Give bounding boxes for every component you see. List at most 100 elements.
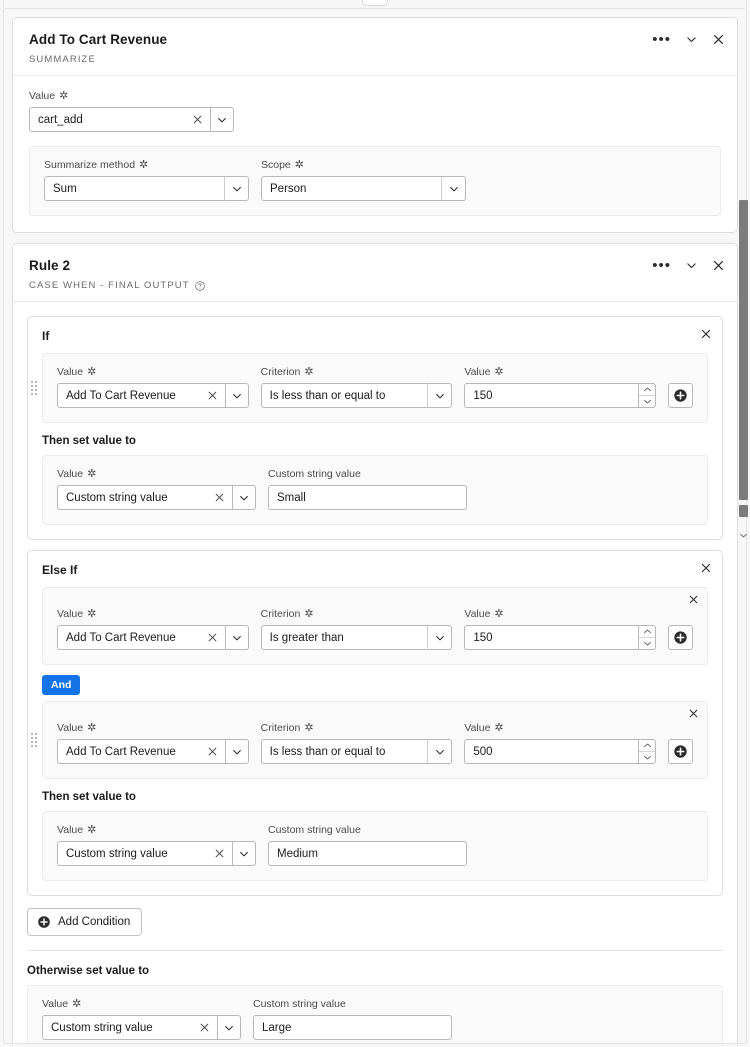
- add-condition-inline-button[interactable]: [668, 739, 694, 764]
- collapse-handle-above[interactable]: [362, 0, 388, 6]
- remove-if-block-icon[interactable]: [700, 327, 712, 345]
- remove-elseif-block-icon[interactable]: [700, 561, 712, 579]
- if-then-value-input[interactable]: Custom string value: [57, 485, 232, 510]
- elseif-c1-threshold-stepper[interactable]: 150: [464, 625, 657, 650]
- rule-card: Rule 2 CASE WHEN - FINAL OUTPUT ••• If V…: [12, 243, 738, 1043]
- stepper-up-icon[interactable]: [639, 740, 656, 752]
- clear-icon[interactable]: [211, 493, 228, 502]
- summarize-scope-value[interactable]: Person: [261, 176, 442, 201]
- elseif-c2-value-input[interactable]: Add To Cart Revenue: [57, 739, 225, 764]
- elseif-c1-value-combobox[interactable]: Add To Cart Revenue: [57, 625, 249, 650]
- stepper-down-icon[interactable]: [639, 396, 655, 407]
- drag-handle-icon[interactable]: [31, 733, 37, 747]
- elseif-c1-criterion-value[interactable]: Is greater than: [260, 625, 429, 650]
- if-condition-value-input[interactable]: Add To Cart Revenue: [57, 383, 225, 408]
- vertical-scrollbar[interactable]: [739, 200, 748, 538]
- stepper-up-icon[interactable]: [639, 626, 656, 638]
- add-condition-button[interactable]: Add Condition: [27, 908, 143, 936]
- chevron-down-icon[interactable]: [428, 625, 453, 650]
- chevron-down-icon[interactable]: [428, 383, 453, 408]
- clear-icon[interactable]: [211, 849, 228, 858]
- otherwise-custom-input[interactable]: Large: [253, 1015, 452, 1040]
- chevron-down-icon[interactable]: [685, 33, 698, 46]
- chevron-down-icon[interactable]: [224, 383, 249, 408]
- chevron-down-icon[interactable]: [442, 176, 466, 201]
- elseif-then-custom-input[interactable]: Medium: [268, 841, 467, 866]
- if-condition-threshold-input[interactable]: 150: [464, 383, 639, 408]
- rule-card-header-actions: •••: [652, 258, 725, 273]
- if-condition-threshold-label: Value ✲: [464, 366, 656, 378]
- conjunction-toggle[interactable]: And: [42, 675, 81, 695]
- clear-icon[interactable]: [204, 747, 221, 756]
- stepper-down-icon[interactable]: [639, 752, 655, 763]
- add-condition-inline-button[interactable]: [668, 383, 694, 408]
- clear-icon[interactable]: [189, 115, 206, 124]
- drag-handle-icon[interactable]: [31, 381, 37, 395]
- elseif-c1-threshold-label: Value ✲: [464, 608, 656, 620]
- if-condition-threshold-stepper[interactable]: 150: [464, 383, 657, 408]
- summarize-value-field: Value ✲ cart_add: [29, 90, 234, 132]
- chevron-down-icon[interactable]: [225, 176, 249, 201]
- elseif-c1-value-input[interactable]: Add To Cart Revenue: [57, 625, 225, 650]
- scrollbar-down-arrow-icon[interactable]: [740, 525, 747, 538]
- label-text: Value: [42, 998, 69, 1010]
- chevron-down-icon[interactable]: [210, 107, 234, 132]
- chevron-down-icon[interactable]: [685, 259, 698, 272]
- elseif-c2-threshold-label: Value ✲: [464, 722, 656, 734]
- add-condition-inline-button[interactable]: [668, 625, 694, 650]
- if-then-custom-input[interactable]: Small: [268, 485, 467, 510]
- stepper-buttons[interactable]: [638, 625, 657, 650]
- summarize-method-select[interactable]: Sum: [44, 176, 249, 201]
- elseif-c1-threshold-input[interactable]: 150: [464, 625, 639, 650]
- elseif-condition-row-2: Value ✲ Add To Cart Revenue Criterion ✲ …: [57, 722, 694, 764]
- clear-icon[interactable]: [204, 391, 221, 400]
- if-condition-value-combobox[interactable]: Add To Cart Revenue: [57, 383, 249, 408]
- rules-panel: Add To Cart Revenue SUMMARIZE ••• Value …: [3, 8, 747, 1044]
- summarize-card-header-actions: •••: [652, 32, 725, 47]
- clear-icon[interactable]: [196, 1023, 213, 1032]
- chevron-down-icon[interactable]: [232, 485, 256, 510]
- summarize-options-row: Summarize method ✲ Sum Scope ✲ Person: [44, 159, 706, 201]
- elseif-c1-criterion-select[interactable]: Is greater than: [260, 625, 453, 650]
- elseif-c2-threshold-input[interactable]: 500: [464, 739, 639, 764]
- chevron-down-icon[interactable]: [217, 1015, 241, 1040]
- more-options-icon[interactable]: •••: [652, 258, 671, 273]
- elseif-condition-row-1: Value ✲ Add To Cart Revenue Criterion ✲ …: [57, 608, 694, 650]
- elseif-c2-threshold-stepper[interactable]: 500: [464, 739, 657, 764]
- summarize-method-value[interactable]: Sum: [44, 176, 225, 201]
- elseif-c2-value-combobox[interactable]: Add To Cart Revenue: [57, 739, 249, 764]
- help-icon[interactable]: [194, 280, 205, 291]
- elseif-c2-criterion-value[interactable]: Is less than or equal to: [260, 739, 429, 764]
- more-options-icon[interactable]: •••: [652, 32, 671, 47]
- remove-condition-icon[interactable]: [688, 706, 699, 724]
- close-icon[interactable]: [712, 33, 725, 46]
- scrollbar-thumb-end[interactable]: [739, 505, 748, 517]
- elseif-then-value-input[interactable]: Custom string value: [57, 841, 232, 866]
- remove-condition-icon[interactable]: [688, 592, 699, 610]
- scrollbar-thumb[interactable]: [739, 200, 748, 500]
- otherwise-value-combobox[interactable]: Custom string value: [42, 1015, 241, 1040]
- chevron-down-icon[interactable]: [232, 841, 256, 866]
- chevron-down-icon[interactable]: [224, 739, 249, 764]
- summarize-value-input[interactable]: cart_add: [29, 107, 210, 132]
- if-condition-criterion-value[interactable]: Is less than or equal to: [260, 383, 429, 408]
- stepper-up-icon[interactable]: [639, 384, 656, 396]
- required-asterisk-icon: ✲: [87, 824, 97, 836]
- elseif-c2-criterion-select[interactable]: Is less than or equal to: [260, 739, 453, 764]
- summarize-scope-select[interactable]: Person: [261, 176, 466, 201]
- if-then-value-combobox[interactable]: Custom string value: [57, 485, 256, 510]
- otherwise-value-input[interactable]: Custom string value: [42, 1015, 217, 1040]
- close-icon[interactable]: [712, 259, 725, 272]
- stepper-down-icon[interactable]: [639, 638, 655, 649]
- chevron-down-icon[interactable]: [428, 739, 453, 764]
- clear-icon[interactable]: [204, 633, 221, 642]
- chevron-down-icon[interactable]: [224, 625, 249, 650]
- elseif-c1-criterion-field: Criterion ✲ Is greater than: [260, 608, 453, 650]
- stepper-buttons[interactable]: [638, 739, 657, 764]
- otherwise-value-text: Custom string value: [51, 1021, 153, 1034]
- stepper-buttons[interactable]: [638, 383, 657, 408]
- elseif-then-value-combobox[interactable]: Custom string value: [57, 841, 256, 866]
- if-condition-criterion-select[interactable]: Is less than or equal to: [260, 383, 453, 408]
- summarize-value-combobox[interactable]: cart_add: [29, 107, 234, 132]
- required-asterisk-icon: ✲: [494, 608, 504, 620]
